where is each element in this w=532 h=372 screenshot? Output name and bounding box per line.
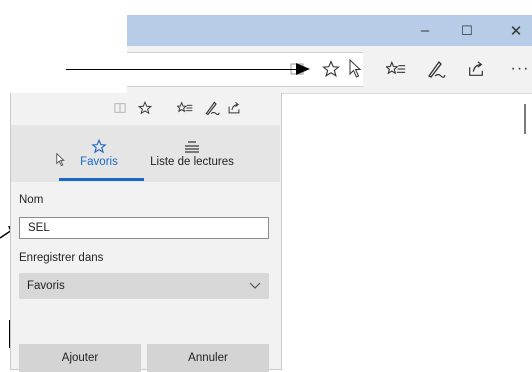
favorites-hub-icon[interactable] — [176, 93, 194, 123]
favorites-hub-icon[interactable] — [381, 52, 411, 85]
save-in-value: Favoris — [27, 280, 65, 292]
pen-icon[interactable] — [203, 93, 221, 123]
cancel-button[interactable]: Annuler — [147, 344, 269, 372]
maximize-button[interactable]: ☐ — [446, 15, 488, 46]
share-icon[interactable] — [225, 93, 243, 123]
save-in-dropdown[interactable]: Favoris — [19, 273, 269, 299]
minimize-button[interactable]: – — [404, 15, 446, 46]
reading-list-icon — [185, 140, 199, 153]
cursor-icon — [341, 52, 371, 85]
name-label: Nom — [19, 194, 44, 206]
tab-liste-de-lectures[interactable]: Liste de lectures — [142, 125, 242, 182]
star-icon[interactable] — [136, 93, 154, 123]
share-icon[interactable] — [461, 52, 491, 85]
tab-favoris[interactable]: Favoris — [71, 125, 127, 182]
pen-icon[interactable] — [421, 52, 451, 85]
tab-liste-label: Liste de lectures — [150, 155, 234, 168]
callout-arrow-star — [66, 69, 300, 70]
flyout-tabs: Favoris Liste de lectures — [11, 125, 280, 182]
close-button[interactable]: ✕ — [495, 15, 532, 46]
cursor-icon — [56, 152, 66, 172]
name-input[interactable] — [19, 217, 269, 239]
star-icon — [91, 139, 107, 154]
active-tab-indicator — [59, 178, 144, 181]
tab-favoris-label: Favoris — [80, 156, 118, 168]
close-icon: ✕ — [509, 22, 523, 40]
maximize-icon: ☐ — [461, 22, 473, 38]
chevron-down-icon — [249, 282, 261, 289]
scrollbar[interactable] — [524, 104, 526, 134]
minimize-icon: – — [420, 22, 430, 39]
more-icon[interactable]: ··· — [505, 52, 532, 85]
reading-view-icon[interactable] — [111, 93, 129, 123]
add-button[interactable]: Ajouter — [19, 344, 141, 372]
callout-arrowhead-star — [296, 63, 310, 75]
save-in-label: Enregistrer dans — [19, 252, 104, 264]
